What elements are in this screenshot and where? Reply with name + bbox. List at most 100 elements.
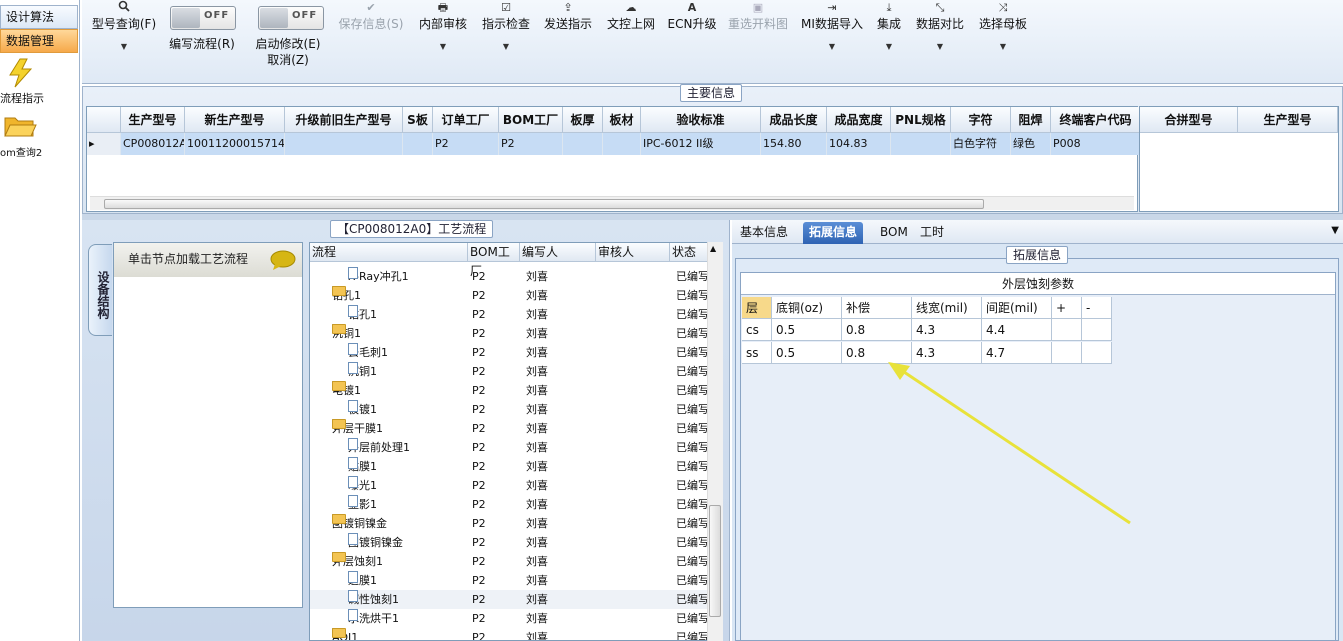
tree-row[interactable]: − 外层干膜1 P2 刘喜 已编写 xyxy=(310,419,709,438)
main-col-header-12[interactable]: 字符 xyxy=(951,107,1011,133)
etch-cell[interactable]: 0.5 xyxy=(772,319,842,341)
main-col-header-1[interactable]: 新生产型号 xyxy=(185,107,285,133)
main-row-cell-10[interactable]: 104.83 xyxy=(827,133,891,155)
etch-cell[interactable]: cs xyxy=(742,319,772,341)
main-row-cell-11[interactable] xyxy=(891,133,951,155)
tree-row[interactable]: 退膜1 P2 刘喜 已编写 xyxy=(310,571,709,590)
tree-row[interactable]: − 电镀1 P2 刘喜 已编写 xyxy=(310,381,709,400)
tree-row[interactable]: 去毛刺1 P2 刘喜 已编写 xyxy=(310,343,709,362)
internal-review-button[interactable]: 🖶 内部审核 ▼ xyxy=(417,0,469,51)
main-row-cell-1[interactable]: 10011200015714 xyxy=(185,133,285,155)
indicator-check-button[interactable]: ☑ 指示检查 ▼ xyxy=(480,0,532,51)
tree-row[interactable]: − 钻孔1 P2 刘喜 已编写 xyxy=(310,286,709,305)
main-row-cell-8[interactable]: IPC-6012 II级 xyxy=(641,133,761,155)
document-icon xyxy=(348,343,358,355)
tree-row[interactable]: − 外层蚀刻1 P2 刘喜 已编写 xyxy=(310,552,709,571)
model-query-button[interactable]: 型号查询(F) ▼ xyxy=(90,0,158,51)
tree-row[interactable]: 钻孔1 P2 刘喜 已编写 xyxy=(310,305,709,324)
scroll-up-arrow-icon[interactable]: ▲ xyxy=(710,244,716,253)
row-selector[interactable]: ▸ xyxy=(87,133,121,155)
main-col-header-7[interactable]: 板材 xyxy=(603,107,641,133)
main-row-cell-5[interactable]: P2 xyxy=(499,133,563,155)
tree-row[interactable]: 曝光1 P2 刘喜 已编写 xyxy=(310,476,709,495)
etch-cell[interactable]: 0.5 xyxy=(772,342,842,364)
tree-row[interactable]: − 沉铜1 P2 刘喜 已编写 xyxy=(310,324,709,343)
main-row-cell-9[interactable]: 154.80 xyxy=(761,133,827,155)
ecn-upgrade-button[interactable]: A ECN升级 xyxy=(667,0,717,32)
nav-query2[interactable]: om查询2 xyxy=(0,112,78,160)
mi-import-button[interactable]: ⇥ MI数据导入 ▼ xyxy=(800,0,864,51)
horizontal-scrollbar[interactable] xyxy=(90,196,1134,210)
main-col-header-3[interactable]: S板 xyxy=(403,107,433,133)
tree-row[interactable]: 图镀铜镍金 P2 刘喜 已编写 xyxy=(310,533,709,552)
etch-col-header-5[interactable]: + xyxy=(1052,297,1082,319)
main-col-header-0[interactable]: 生产型号 xyxy=(121,107,185,133)
device-structure-tab[interactable]: 设备结构 xyxy=(88,244,112,336)
tab-bom[interactable]: BOM xyxy=(874,222,914,244)
main-col-header-13[interactable]: 阻焊 xyxy=(1011,107,1051,133)
etch-cell[interactable]: 4.3 xyxy=(912,319,982,341)
tree-row[interactable]: 沉铜1 P2 刘喜 已编写 xyxy=(310,362,709,381)
select-mother-button[interactable]: ⤨ 选择母板 ▼ xyxy=(976,0,1030,51)
etch-cell[interactable]: ss xyxy=(742,342,772,364)
data-compare-button[interactable]: ⤡ 数据对比 ▼ xyxy=(914,0,966,51)
main-col-header-2[interactable]: 升级前旧生产型号 xyxy=(285,107,403,133)
main-col-header-6[interactable]: 板厚 xyxy=(563,107,603,133)
etch-cell[interactable]: 4.4 xyxy=(982,319,1052,341)
cancel-text[interactable]: 取消(Z) xyxy=(250,52,326,68)
tab-basic-info[interactable]: 基本信息 xyxy=(734,222,794,244)
tree-row[interactable]: − 图镀铜镍金 P2 刘喜 已编写 xyxy=(310,514,709,533)
process-title: 【CP008012A0】工艺流程 xyxy=(330,220,494,238)
tree-row[interactable]: 显影1 P2 刘喜 已编写 xyxy=(310,495,709,514)
etch-cell[interactable]: 0.8 xyxy=(842,319,912,341)
tree-row[interactable]: 外层前处理1 P2 刘喜 已编写 xyxy=(310,438,709,457)
tree-row[interactable]: X-Ray冲孔1 P2 刘喜 已编写 xyxy=(310,267,709,286)
edit-flow-toggle[interactable]: OFF xyxy=(170,6,236,30)
main-col-header-14[interactable]: 终端客户代码 xyxy=(1051,107,1141,133)
tree-node-status: 已编写 xyxy=(676,327,709,340)
main-row-cell-2[interactable] xyxy=(285,133,403,155)
integrate-button[interactable]: ⤓ 集成 ▼ xyxy=(874,0,904,51)
tree-node-status: 已编写 xyxy=(676,460,709,473)
main-row-cell-12[interactable]: 白色字符 xyxy=(951,133,1011,155)
tree-row[interactable]: 板镀1 P2 刘喜 已编写 xyxy=(310,400,709,419)
etch-cell[interactable] xyxy=(1082,319,1112,341)
main-col-header-9[interactable]: 成品长度 xyxy=(761,107,827,133)
main-col-header-11[interactable]: PNL规格 xyxy=(891,107,951,133)
tab-work-hours[interactable]: 工时 xyxy=(914,222,950,244)
edit-flow-label: 编写流程(R) xyxy=(165,36,239,52)
etch-cell[interactable] xyxy=(1052,319,1082,341)
tab-extended-info[interactable]: 拓展信息 xyxy=(803,222,864,244)
main-col-header-10[interactable]: 成品宽度 xyxy=(827,107,891,133)
nav-data-management[interactable]: 数据管理 xyxy=(0,29,78,53)
main-row-cell-4[interactable]: P2 xyxy=(433,133,499,155)
tab-menu-arrow-icon[interactable]: ▼ xyxy=(1331,225,1339,236)
main-col-header-5[interactable]: BOM工厂 xyxy=(499,107,563,133)
send-indicator-button[interactable]: ⇪ 发送指示 xyxy=(542,0,594,32)
main-row-cell-14[interactable]: P008 xyxy=(1051,133,1141,155)
nav-flow-guide[interactable]: 流程指示 xyxy=(0,56,78,105)
nav-design-algorithm[interactable]: 设计算法 xyxy=(0,5,78,29)
tree-row[interactable]: −AOI1 P2 刘喜 已编写 xyxy=(310,628,709,640)
main-row-cell-6[interactable] xyxy=(563,133,603,155)
main-col-header-4[interactable]: 订单工厂 xyxy=(433,107,499,133)
checkbox-icon: ☑ xyxy=(501,1,511,14)
tree-row[interactable]: 碱性蚀刻1 P2 刘喜 已编写 xyxy=(310,590,709,609)
doc-control-upload-button[interactable]: ☁ 文控上网 xyxy=(605,0,657,32)
regen-cutting-button[interactable]: ▣ 重选开料图 xyxy=(726,0,790,32)
tree-scroll-thumb[interactable] xyxy=(709,505,721,617)
scroll-thumb[interactable] xyxy=(104,199,984,209)
main-row-cell-0[interactable]: CP008012A0 xyxy=(121,133,185,155)
main-row-cell-3[interactable] xyxy=(403,133,433,155)
dropdown-arrow-icon: ▼ xyxy=(120,42,128,51)
main-col-header-8[interactable]: 验收标准 xyxy=(641,107,761,133)
tree-row[interactable]: 贴膜1 P2 刘喜 已编写 xyxy=(310,457,709,476)
tree-node-name: − 钻孔1 xyxy=(332,286,361,305)
main-row-cell-7[interactable] xyxy=(603,133,641,155)
main-row-cell-13[interactable]: 绿色 xyxy=(1011,133,1051,155)
tree-node-name: − 图镀铜镍金 xyxy=(332,514,387,533)
start-modify-toggle[interactable]: OFF xyxy=(258,6,324,30)
tree-row[interactable]: 水洗烘干1 P2 刘喜 已编写 xyxy=(310,609,709,628)
etch-col-header-6[interactable]: - xyxy=(1082,297,1112,319)
save-info-button[interactable]: ✔ 保存信息(S) xyxy=(336,0,406,32)
